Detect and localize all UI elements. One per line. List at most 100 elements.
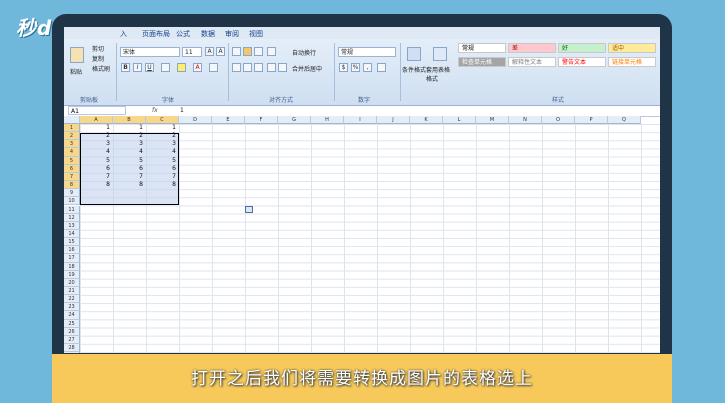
cell[interactable]: 5: [113, 157, 143, 165]
conditional-format-button[interactable]: 条件格式: [402, 65, 426, 74]
row-header[interactable]: 11: [64, 205, 80, 214]
row-header[interactable]: 20: [64, 278, 80, 287]
cell[interactable]: 3: [113, 140, 143, 148]
row-header[interactable]: 6: [64, 164, 80, 173]
row-header[interactable]: 8: [64, 181, 80, 190]
row-header[interactable]: 10: [64, 197, 80, 206]
decrease-indent-icon[interactable]: [267, 63, 276, 72]
column-header[interactable]: F: [245, 116, 278, 124]
percent-icon[interactable]: %: [351, 63, 360, 72]
row-header[interactable]: 4: [64, 148, 80, 157]
format-painter-button[interactable]: 格式刷: [92, 64, 110, 73]
font-size-select[interactable]: 11: [182, 47, 202, 57]
row-header[interactable]: 12: [64, 213, 80, 222]
tab-formulas[interactable]: 公式: [176, 29, 190, 39]
bold-button[interactable]: B: [121, 63, 130, 72]
font-color-icon[interactable]: A: [193, 63, 202, 72]
row-header[interactable]: 26: [64, 327, 80, 336]
column-header[interactable]: K: [410, 116, 443, 124]
cell[interactable]: 5: [80, 157, 110, 165]
cell-style-5[interactable]: 解释性文本: [508, 57, 556, 67]
cell[interactable]: 1: [146, 124, 176, 132]
cell-style-2[interactable]: 好: [558, 43, 606, 53]
align-left-icon[interactable]: [232, 63, 241, 72]
cell[interactable]: 3: [146, 140, 176, 148]
orientation-icon[interactable]: [267, 47, 276, 56]
cell-style-1[interactable]: 差: [508, 43, 556, 53]
wrap-text-button[interactable]: 自动换行: [292, 48, 316, 57]
italic-button[interactable]: I: [133, 63, 142, 72]
table-format-icon[interactable]: [433, 47, 447, 61]
cut-button[interactable]: 剪切: [92, 44, 104, 53]
align-bottom-icon[interactable]: [254, 47, 263, 56]
tab-page-layout[interactable]: 页面布局: [142, 29, 170, 39]
cell[interactable]: 7: [146, 173, 176, 181]
column-header[interactable]: E: [212, 116, 245, 124]
row-header[interactable]: 1: [64, 124, 80, 133]
row-header[interactable]: 17: [64, 254, 80, 263]
column-header[interactable]: G: [278, 116, 311, 124]
row-header[interactable]: 21: [64, 287, 80, 296]
row-header[interactable]: 24: [64, 311, 80, 320]
row-header[interactable]: 9: [64, 189, 80, 198]
row-header[interactable]: 15: [64, 238, 80, 247]
border-icon[interactable]: [161, 63, 170, 72]
cell[interactable]: 5: [146, 157, 176, 165]
cell-style-0[interactable]: 常规: [458, 43, 506, 53]
cell-style-3[interactable]: 适中: [608, 43, 656, 53]
cell[interactable]: 4: [146, 148, 176, 156]
row-header[interactable]: 27: [64, 335, 80, 345]
fill-color-icon[interactable]: [177, 63, 186, 72]
row-header[interactable]: 2: [64, 132, 80, 141]
cell-style-4[interactable]: 检查单元格: [458, 57, 506, 67]
align-middle-icon[interactable]: [243, 47, 252, 56]
table-format-button[interactable]: 套用表格格式: [426, 65, 452, 83]
column-header[interactable]: M: [476, 116, 509, 124]
currency-icon[interactable]: $: [339, 63, 348, 72]
cell[interactable]: 7: [80, 173, 110, 181]
cell[interactable]: 8: [80, 181, 110, 189]
merge-center-button[interactable]: 合并后居中: [292, 64, 322, 73]
tab-data[interactable]: 数据: [201, 29, 215, 39]
cell[interactable]: 6: [146, 165, 176, 173]
column-header[interactable]: N: [509, 116, 542, 124]
cell[interactable]: 4: [113, 148, 143, 156]
tab-insert[interactable]: 入: [120, 29, 127, 39]
column-header[interactable]: C: [146, 116, 179, 124]
cell[interactable]: 2: [80, 132, 110, 140]
paste-icon[interactable]: [70, 47, 84, 63]
row-header[interactable]: 29: [64, 352, 80, 353]
number-format-select[interactable]: 常规: [338, 47, 396, 57]
paste-button[interactable]: 粘贴: [70, 67, 82, 76]
column-header[interactable]: J: [377, 116, 410, 124]
row-header[interactable]: 14: [64, 229, 80, 239]
cell[interactable]: 7: [113, 173, 143, 181]
cell[interactable]: 3: [80, 140, 110, 148]
cell[interactable]: 2: [146, 132, 176, 140]
column-header[interactable]: I: [344, 116, 377, 124]
column-header[interactable]: Q: [608, 116, 641, 124]
fx-button[interactable]: fx: [152, 107, 158, 114]
cell[interactable]: 1: [80, 124, 110, 132]
select-all-corner[interactable]: [64, 116, 80, 124]
cell[interactable]: 4: [80, 148, 110, 156]
cell-style-7[interactable]: 链接单元格: [608, 57, 656, 67]
cell[interactable]: 8: [113, 181, 143, 189]
row-header[interactable]: 16: [64, 246, 80, 255]
increase-indent-icon[interactable]: [278, 63, 287, 72]
row-header[interactable]: 28: [64, 344, 80, 353]
column-header[interactable]: A: [80, 116, 113, 124]
conditional-format-icon[interactable]: [407, 47, 421, 61]
quick-analysis-icon[interactable]: [245, 206, 253, 213]
row-header[interactable]: 13: [64, 221, 80, 230]
cell[interactable]: 6: [80, 165, 110, 173]
phonetic-icon[interactable]: [209, 63, 218, 72]
row-header[interactable]: 25: [64, 319, 80, 328]
grow-font-icon[interactable]: A: [205, 47, 214, 56]
row-header[interactable]: 3: [64, 140, 80, 149]
row-header[interactable]: 19: [64, 270, 80, 279]
tab-review[interactable]: 审阅: [225, 29, 239, 39]
row-header[interactable]: 18: [64, 262, 80, 271]
row-header[interactable]: 23: [64, 303, 80, 312]
underline-button[interactable]: U: [145, 63, 154, 72]
